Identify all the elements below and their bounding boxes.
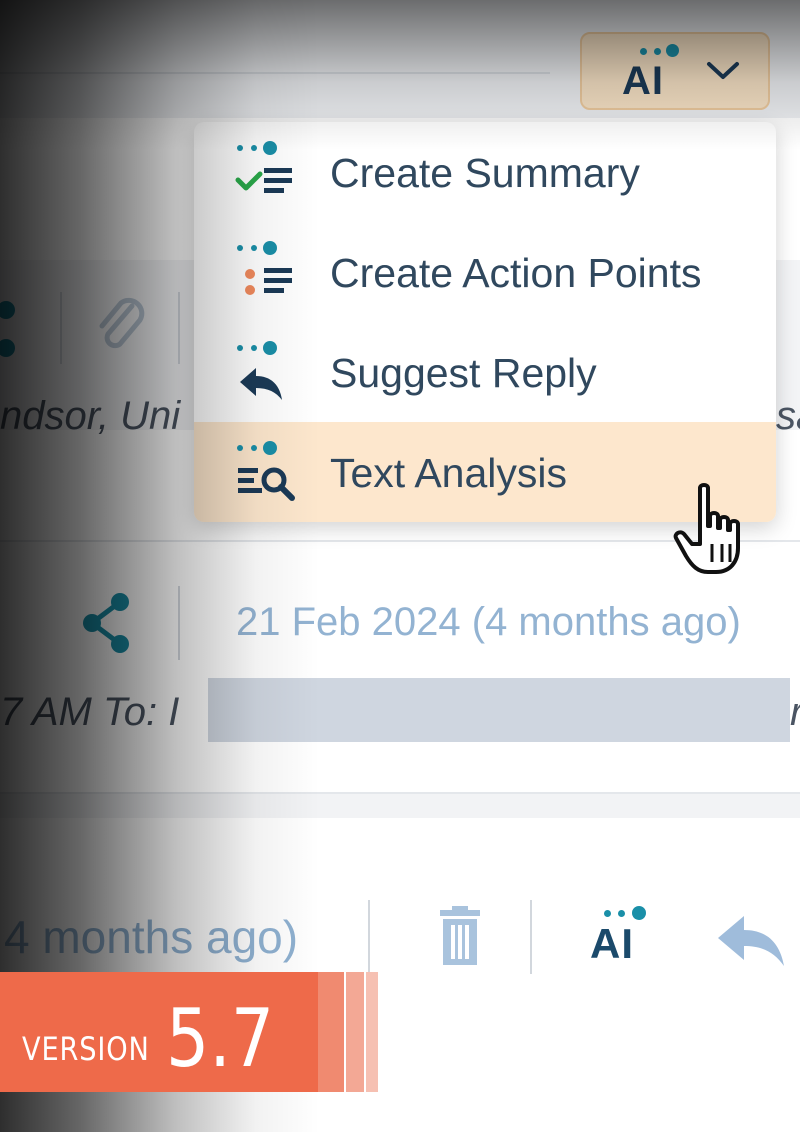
ai-logo-icon: AI: [622, 42, 692, 104]
menu-item-suggest-reply[interactable]: Suggest Reply: [194, 322, 776, 422]
email-spacer: [0, 794, 800, 818]
divider: [0, 72, 550, 74]
email-1-right-fragment: sa: [776, 394, 800, 438]
menu-item-create-action-points[interactable]: Create Action Points: [194, 222, 776, 322]
chevron-down-icon: [707, 62, 739, 79]
trash-icon[interactable]: [436, 906, 484, 966]
email-date: 21 Feb 2024 (4 months ago): [236, 600, 741, 644]
separator: [178, 586, 180, 660]
text-analysis-icon: [237, 441, 295, 501]
menu-item-create-summary[interactable]: Create Summary: [194, 122, 776, 222]
share-icon[interactable]: [80, 592, 134, 654]
ai-button[interactable]: AI: [590, 902, 660, 968]
ai-toggle-label: AI: [622, 59, 664, 103]
menu-item-label: Create Action Points: [330, 250, 702, 296]
summary-icon: [235, 141, 292, 193]
version-number: 5.7: [166, 992, 275, 1085]
reply-icon[interactable]: [716, 912, 786, 968]
menu-item-label: Suggest Reply: [330, 350, 597, 396]
email-2-right-fragment: r: [790, 690, 800, 735]
ai-toggle-button[interactable]: AI: [580, 32, 770, 110]
menu-item-label: Text Analysis: [330, 450, 567, 496]
version-label: VERSION: [22, 1030, 150, 1068]
ai-dropdown-menu: Create Summary Create Action Points Sugg…: [194, 122, 776, 522]
ai-button-label: AI: [590, 920, 634, 967]
email-date: 4 months ago): [4, 911, 299, 963]
location-fragment: ndsor, Uni: [0, 394, 181, 438]
version-banner: VERSION 5.7: [0, 972, 318, 1092]
email-to-line: 7 AM To: I: [0, 690, 180, 734]
share-icon[interactable]: [0, 300, 30, 360]
separator: [530, 900, 532, 974]
separator: [368, 900, 370, 974]
paperclip-icon[interactable]: [92, 294, 148, 358]
separator: [178, 292, 180, 364]
hand-cursor-icon: [673, 483, 740, 574]
action-points-icon: [237, 241, 292, 295]
separator: [60, 292, 62, 364]
menu-item-label: Create Summary: [330, 150, 640, 196]
redacted-recipient: [208, 678, 790, 742]
reply-icon: [237, 341, 282, 400]
